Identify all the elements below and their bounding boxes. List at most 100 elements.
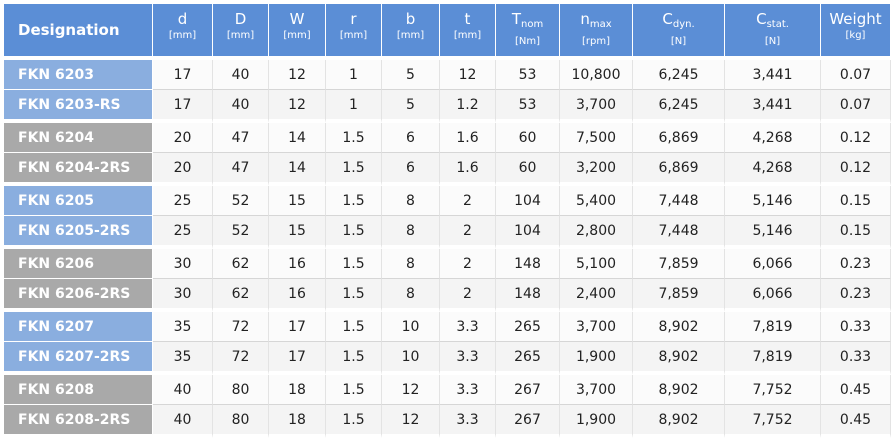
column-subscript: nom: [520, 19, 544, 30]
value-cell: 1.5: [326, 186, 382, 216]
value-cell: 1.5: [326, 123, 382, 153]
column-symbol: Cdyn.: [633, 10, 724, 34]
column-unit: [mm]: [453, 30, 482, 41]
value-cell: 12: [382, 405, 440, 438]
value-cell: 0.45: [821, 375, 891, 405]
value-cell: 12: [382, 375, 440, 405]
value-cell: 7,500: [560, 123, 633, 153]
value-cell: 6,066: [725, 249, 821, 279]
value-cell: 16: [269, 279, 326, 312]
value-cell: 52: [213, 216, 269, 249]
designation-header: Designation: [4, 4, 153, 60]
column-symbol: r: [326, 10, 381, 28]
value-cell: 0.23: [821, 249, 891, 279]
value-cell: 20: [153, 153, 213, 186]
value-cell: 6: [382, 153, 440, 186]
value-cell: 1,900: [560, 405, 633, 438]
value-cell: 2: [440, 279, 496, 312]
value-cell: 0.33: [821, 342, 891, 375]
value-cell: 1: [326, 60, 382, 90]
table-row: FKN 6208 40 80 18 1.5 12 3.3 267 3,700 8,902 7,752…: [4, 375, 891, 405]
value-cell: 3,441: [725, 60, 821, 90]
value-cell: 52: [213, 186, 269, 216]
value-cell: 1.5: [326, 375, 382, 405]
value-cell: 18: [269, 375, 326, 405]
value-cell: 1.5: [326, 153, 382, 186]
value-cell: 5: [382, 60, 440, 90]
value-cell: 1,900: [560, 342, 633, 375]
designation-cell: FKN 6208-2RS: [4, 405, 153, 438]
value-cell: 6,245: [633, 60, 725, 90]
designation-cell: FKN 6204: [4, 123, 153, 153]
value-cell: 4,268: [725, 153, 821, 186]
column-header: Weight [kg]: [821, 4, 891, 60]
value-cell: 3.3: [440, 312, 496, 342]
value-cell: 8: [382, 279, 440, 312]
value-cell: 62: [213, 249, 269, 279]
column-unit: [N]: [670, 36, 687, 47]
value-cell: 2,400: [560, 279, 633, 312]
value-cell: 265: [496, 342, 560, 375]
value-cell: 7,859: [633, 279, 725, 312]
value-cell: 72: [213, 342, 269, 375]
column-unit: [kg]: [845, 30, 866, 41]
value-cell: 104: [496, 216, 560, 249]
table-row: FKN 6206 30 62 16 1.5 8 2 148 5,100 7,859 6,066 0.2…: [4, 249, 891, 279]
value-cell: 62: [213, 279, 269, 312]
value-cell: 7,752: [725, 405, 821, 438]
value-cell: 7,819: [725, 312, 821, 342]
value-cell: 5,400: [560, 186, 633, 216]
value-cell: 30: [153, 249, 213, 279]
value-cell: 0.33: [821, 312, 891, 342]
value-cell: 72: [213, 312, 269, 342]
value-cell: 3.3: [440, 375, 496, 405]
value-cell: 3,700: [560, 375, 633, 405]
value-cell: 6,869: [633, 123, 725, 153]
value-cell: 3,441: [725, 90, 821, 123]
value-cell: 1.5: [326, 342, 382, 375]
designation-cell: FKN 6205-2RS: [4, 216, 153, 249]
value-cell: 5,146: [725, 216, 821, 249]
designation-cell: FKN 6207-2RS: [4, 342, 153, 375]
column-symbol: Cstat.: [725, 10, 820, 34]
value-cell: 7,752: [725, 375, 821, 405]
column-unit: [Nm]: [514, 36, 541, 47]
value-cell: 2: [440, 249, 496, 279]
value-cell: 35: [153, 312, 213, 342]
table-row: FKN 6207-2RS 35 72 17 1.5 10 3.3 265 1,900 8,902 7…: [4, 342, 891, 375]
designation-cell: FKN 6203: [4, 60, 153, 90]
table-row: FKN 6204 20 47 14 1.5 6 1.6 60 7,500 6,869 4,268 0.…: [4, 123, 891, 153]
value-cell: 3,200: [560, 153, 633, 186]
value-cell: 1.5: [326, 279, 382, 312]
value-cell: 47: [213, 153, 269, 186]
column-symbol-text: C: [756, 10, 767, 28]
value-cell: 6,066: [725, 279, 821, 312]
column-symbol: t: [440, 10, 495, 28]
value-cell: 6: [382, 123, 440, 153]
table-body: FKN 6203 17 40 12 1 5 12 53 10,800 6,245 3,441 0.07…: [4, 60, 891, 438]
value-cell: 35: [153, 342, 213, 375]
value-cell: 8,902: [633, 312, 725, 342]
column-unit: [mm]: [168, 30, 197, 41]
value-cell: 0.45: [821, 405, 891, 438]
value-cell: 0.23: [821, 279, 891, 312]
column-symbol-text: Weight: [829, 10, 882, 28]
table-row: FKN 6204-2RS 20 47 14 1.5 6 1.6 60 3,200 6,869 4,2…: [4, 153, 891, 186]
value-cell: 267: [496, 405, 560, 438]
column-subscript: dyn.: [672, 19, 695, 30]
value-cell: 14: [269, 123, 326, 153]
value-cell: 5: [382, 90, 440, 123]
header-row: Designation d [mm] D [mm] W [mm] r [mm] b [mm] t [m…: [4, 4, 891, 60]
column-header: D [mm]: [213, 4, 269, 60]
value-cell: 1: [326, 90, 382, 123]
designation-cell: FKN 6204-2RS: [4, 153, 153, 186]
designation-cell: FKN 6206-2RS: [4, 279, 153, 312]
column-symbol-text: W: [289, 10, 305, 28]
column-unit: [mm]: [396, 30, 425, 41]
value-cell: 4,268: [725, 123, 821, 153]
value-cell: 40: [153, 405, 213, 438]
value-cell: 8,902: [633, 375, 725, 405]
column-symbol: Tnom: [496, 10, 559, 34]
value-cell: 8: [382, 249, 440, 279]
value-cell: 5,146: [725, 186, 821, 216]
